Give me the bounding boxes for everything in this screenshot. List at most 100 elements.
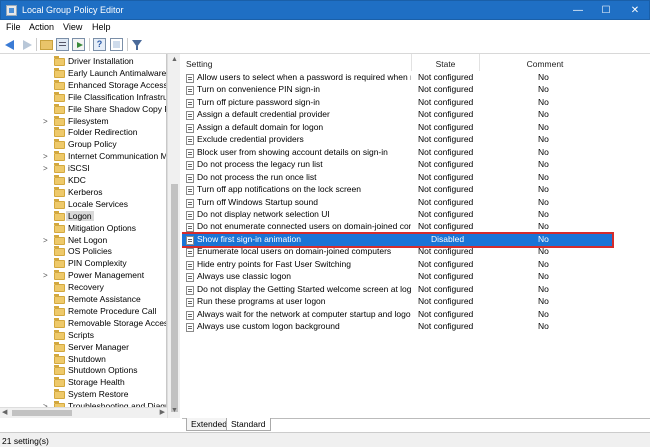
folder-icon xyxy=(54,127,65,138)
setting-row[interactable]: Turn off Windows Startup sound Not config… xyxy=(182,197,612,209)
properties-icon[interactable] xyxy=(110,38,123,51)
setting-row[interactable]: Do not enumerate connected users on doma… xyxy=(182,221,612,233)
export-list-icon[interactable] xyxy=(72,38,85,51)
setting-row[interactable]: Always wait for the network at computer … xyxy=(182,309,612,321)
tree-item[interactable]: Storage Health xyxy=(0,377,166,389)
scroll-right-icon[interactable]: ▶ xyxy=(160,408,165,416)
tree-item-label: File Share Shadow Copy Prov xyxy=(68,103,166,114)
settings-list: Setting State Comment Allow users to sel… xyxy=(182,54,650,416)
policy-setting-icon xyxy=(186,148,194,158)
show-hide-tree-icon[interactable] xyxy=(56,38,69,51)
tree-item[interactable]: System Restore xyxy=(0,389,166,401)
tree-vertical-scrollbar[interactable]: ▲ ▼ xyxy=(167,54,180,418)
setting-row[interactable]: Assign a default credential provider Not … xyxy=(182,109,612,121)
tree-item[interactable]: Mitigation Options xyxy=(0,222,166,235)
policy-setting-icon xyxy=(186,248,194,258)
policy-setting-icon xyxy=(186,161,194,171)
column-header-state[interactable]: State xyxy=(412,54,480,71)
setting-row[interactable]: Turn on convenience PIN sign-in Not confi… xyxy=(182,84,612,96)
setting-row[interactable]: Hide entry points for Fast User Switchin… xyxy=(182,259,612,271)
tree-item[interactable]: > Internet Communication Ma xyxy=(0,151,166,163)
tree-item[interactable]: Removable Storage Access xyxy=(0,317,166,330)
tree-item[interactable]: KDC xyxy=(0,175,166,187)
back-arrow-icon[interactable] xyxy=(4,38,17,51)
tree-expander-icon[interactable]: > xyxy=(43,164,48,173)
tree-expander-icon[interactable]: > xyxy=(43,152,48,161)
tree-item[interactable]: Driver Installation xyxy=(0,56,166,68)
minimize-button[interactable]: — xyxy=(564,1,592,20)
menu-view[interactable]: View xyxy=(63,22,82,32)
tree-item[interactable]: Remote Assistance xyxy=(0,294,166,306)
setting-row[interactable]: Block user from showing account details … xyxy=(182,147,612,159)
tree-expander-icon[interactable]: > xyxy=(43,236,48,245)
column-header-setting[interactable]: Setting xyxy=(182,54,412,71)
setting-row[interactable]: Turn off picture password sign-in Not con… xyxy=(182,97,612,109)
tree-item[interactable]: PIN Complexity xyxy=(0,258,166,270)
menu-file[interactable]: File xyxy=(6,22,21,32)
scroll-thumb[interactable] xyxy=(12,410,72,416)
tree-item[interactable]: Recovery xyxy=(0,282,166,294)
setting-row[interactable]: Allow users to select when a password is… xyxy=(182,72,612,84)
setting-row[interactable]: Turn off app notifications on the lock s… xyxy=(182,184,612,196)
tree-item[interactable]: Early Launch Antimalware xyxy=(0,67,166,80)
setting-row[interactable]: Exclude credential providers Not configur… xyxy=(182,134,612,146)
menu-help[interactable]: Help xyxy=(92,22,111,32)
setting-comment: No xyxy=(538,258,549,269)
setting-row[interactable]: Run these programs at user logon Not conf… xyxy=(182,296,612,308)
folder-icon xyxy=(54,246,65,257)
menu-action[interactable]: Action xyxy=(29,22,54,32)
tree-item[interactable]: Shutdown Options xyxy=(0,365,166,377)
folder-icon xyxy=(54,389,65,400)
tree-item[interactable]: > Power Management xyxy=(0,270,166,282)
tree-item[interactable]: > Filesystem xyxy=(0,115,166,128)
tree-item[interactable]: Scripts xyxy=(0,329,166,342)
setting-name: Do not process the run once list xyxy=(197,171,317,182)
close-button[interactable]: ✕ xyxy=(621,1,649,20)
tree-item-label: Remote Assistance xyxy=(68,294,141,304)
scroll-down-icon[interactable]: ▼ xyxy=(170,407,179,416)
tab-standard[interactable]: Standard xyxy=(226,418,271,431)
setting-name: Always use custom logon background xyxy=(197,321,340,331)
setting-row[interactable]: Enumerate local users on domain-joined c… xyxy=(182,246,612,258)
help-icon[interactable]: ? xyxy=(93,38,106,51)
setting-row[interactable]: Show first sign-in animation Disabled No xyxy=(182,231,614,248)
filter-icon[interactable] xyxy=(131,38,144,51)
column-header-comment[interactable]: Comment xyxy=(480,54,610,71)
policy-setting-icon xyxy=(186,260,194,270)
tree-item[interactable]: Group Policy xyxy=(0,139,166,151)
setting-state: Disabled xyxy=(431,233,465,244)
tree-item[interactable]: Folder Redirection xyxy=(0,127,166,139)
up-folder-icon[interactable] xyxy=(40,40,53,50)
tree-item[interactable]: Enhanced Storage Access xyxy=(0,79,166,92)
tree-item-label: Kerberos xyxy=(68,186,103,197)
tree-expander-icon[interactable]: > xyxy=(43,117,48,126)
tree-item[interactable]: Kerberos xyxy=(0,186,166,199)
tree-expander-icon[interactable]: > xyxy=(43,271,48,280)
tree-item[interactable]: Locale Services xyxy=(0,198,166,211)
tree-horizontal-scrollbar[interactable]: ◀ ▶ xyxy=(0,407,167,418)
scroll-left-icon[interactable]: ◀ xyxy=(2,408,7,416)
maximize-button[interactable]: ☐ xyxy=(592,1,620,20)
tree-item[interactable]: OS Policies xyxy=(0,246,166,258)
tree-item[interactable]: Remote Procedure Call xyxy=(0,305,166,318)
tree-item[interactable]: Shutdown xyxy=(0,353,166,366)
tree-item[interactable]: Logon xyxy=(0,210,166,223)
setting-row[interactable]: Assign a default domain for logon Not con… xyxy=(182,122,612,134)
setting-row[interactable]: Always use classic logon Not configured No xyxy=(182,271,612,283)
tree-item[interactable]: > Net Logon xyxy=(0,234,166,247)
setting-row[interactable]: Do not process the legacy run list Not co… xyxy=(182,159,612,171)
scroll-up-icon[interactable]: ▲ xyxy=(170,56,179,65)
setting-row[interactable]: Do not display network selection UI Not c… xyxy=(182,209,612,221)
setting-comment: No xyxy=(538,246,549,257)
tree-item[interactable]: File Share Shadow Copy Prov xyxy=(0,103,166,116)
setting-row[interactable]: Do not display the Getting Started welco… xyxy=(182,284,612,296)
setting-row[interactable]: Do not process the run once list Not conf… xyxy=(182,172,612,184)
folder-icon xyxy=(54,282,65,293)
setting-row[interactable]: Always use custom logon background Not co… xyxy=(182,321,612,333)
scroll-thumb[interactable] xyxy=(171,184,178,412)
forward-arrow-icon[interactable] xyxy=(20,38,33,51)
tree-item[interactable]: > iSCSI xyxy=(0,163,166,175)
tree-item[interactable]: File Classification Infrastructu xyxy=(0,91,166,104)
tree-item-label: Server Manager xyxy=(68,341,129,352)
tree-item[interactable]: Server Manager xyxy=(0,341,166,354)
